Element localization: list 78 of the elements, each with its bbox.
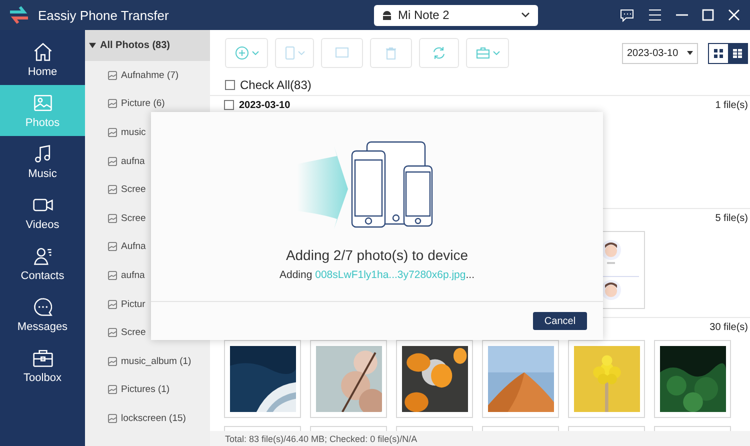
- menu-icon[interactable]: [648, 9, 662, 21]
- status-bar: Total: 83 file(s)/46.40 MB; Checked: 0 file(s)/N/A: [210, 431, 750, 446]
- logo-icon: [8, 5, 30, 25]
- image-icon: [108, 214, 117, 223]
- image-icon: [108, 128, 117, 137]
- group-date: 2023-03-10: [239, 100, 290, 110]
- album-item[interactable]: Scree: [85, 204, 210, 233]
- nav-item[interactable]: Contacts: [0, 238, 85, 289]
- image-icon: [108, 356, 117, 366]
- messages-icon: [32, 296, 54, 318]
- monitor-icon: [335, 47, 349, 59]
- caret-icon: [492, 51, 500, 55]
- file-count: 1 file(s): [715, 100, 748, 110]
- image-icon: [108, 99, 117, 108]
- image-icon: [108, 270, 117, 280]
- nav-item[interactable]: Messages: [0, 289, 85, 340]
- refresh-icon: [432, 46, 446, 60]
- album-item[interactable]: Pictures (1): [85, 376, 210, 404]
- cancel-button[interactable]: Cancel: [533, 312, 587, 330]
- grid-icon: [714, 48, 723, 58]
- feedback-icon[interactable]: [620, 8, 634, 22]
- photo-thumbnail[interactable]: [310, 340, 387, 418]
- check-all-checkbox[interactable]: Check All(83): [210, 68, 750, 96]
- photo-thumbnail[interactable]: [482, 340, 559, 418]
- add-icon: [234, 46, 248, 60]
- photo-thumbnail[interactable]: [396, 340, 473, 418]
- album-item[interactable]: lockscreen (15): [85, 404, 210, 433]
- maximize-icon[interactable]: [702, 9, 714, 21]
- chevron-icon: [521, 12, 530, 18]
- album-item[interactable]: music: [85, 118, 210, 147]
- image-icon: [108, 185, 117, 194]
- home-icon: [32, 41, 54, 63]
- trash-icon: [386, 46, 396, 60]
- image-icon: [108, 300, 117, 309]
- briefcase-icon: [476, 47, 490, 59]
- album-item[interactable]: Picture (6): [85, 90, 210, 118]
- image-icon: [108, 385, 117, 394]
- file-count: 30 file(s): [710, 322, 748, 332]
- minimize-icon[interactable]: [676, 14, 688, 16]
- date-dropdown[interactable]: 2023-03-10: [622, 42, 698, 64]
- caret-icon: [89, 42, 96, 49]
- caret-icon: [298, 51, 304, 55]
- nav-item[interactable]: Music: [0, 136, 85, 187]
- dialog-title: Adding 2/7 photo(s) to device: [286, 247, 468, 263]
- image-icon: [108, 156, 117, 166]
- nav-item[interactable]: Videos: [0, 187, 85, 238]
- view-toggle[interactable]: [728, 44, 747, 62]
- photo-thumbnail[interactable]: [224, 340, 301, 418]
- window-title: Eassiy Phone Transfer: [38, 8, 170, 22]
- photo-thumbnail[interactable]: [654, 340, 731, 418]
- album-item[interactable]: Scree: [85, 175, 210, 204]
- grid-icon: [733, 48, 742, 58]
- nav-item[interactable]: Toolbox: [0, 340, 85, 391]
- close-icon[interactable]: [728, 9, 740, 21]
- album-item[interactable]: aufna: [85, 261, 210, 290]
- group-checkbox[interactable]: [224, 100, 234, 110]
- device-selector[interactable]: Mi Note 2: [374, 4, 538, 26]
- photo-thumbnail[interactable]: [568, 340, 645, 418]
- file-count: 5 file(s): [715, 212, 748, 224]
- photo-icon: [32, 92, 54, 114]
- caret-icon: [252, 51, 258, 55]
- album-item[interactable]: Aufna: [85, 232, 210, 262]
- toolbox-icon: [32, 347, 54, 369]
- image-icon: [108, 328, 117, 338]
- album-item[interactable]: Scree: [85, 318, 210, 347]
- nav-item[interactable]: Home: [0, 34, 85, 85]
- phone-icon: [284, 46, 294, 60]
- image-icon: [108, 414, 117, 423]
- contacts-icon: [32, 245, 54, 267]
- album-item[interactable]: music_album (1): [85, 346, 210, 376]
- image-icon: [108, 242, 117, 252]
- image-icon: [108, 70, 117, 80]
- album-item[interactable]: Aufnahme (7): [85, 61, 210, 90]
- caret-icon: [687, 51, 693, 55]
- album-item[interactable]: aufna: [85, 146, 210, 176]
- album-tree-header[interactable]: All Photos (83): [85, 30, 210, 61]
- album-item[interactable]: Pictur: [85, 290, 210, 318]
- progress-message: Adding 008sLwF1ly1ha...3y7280x6p.jpg...: [280, 269, 474, 281]
